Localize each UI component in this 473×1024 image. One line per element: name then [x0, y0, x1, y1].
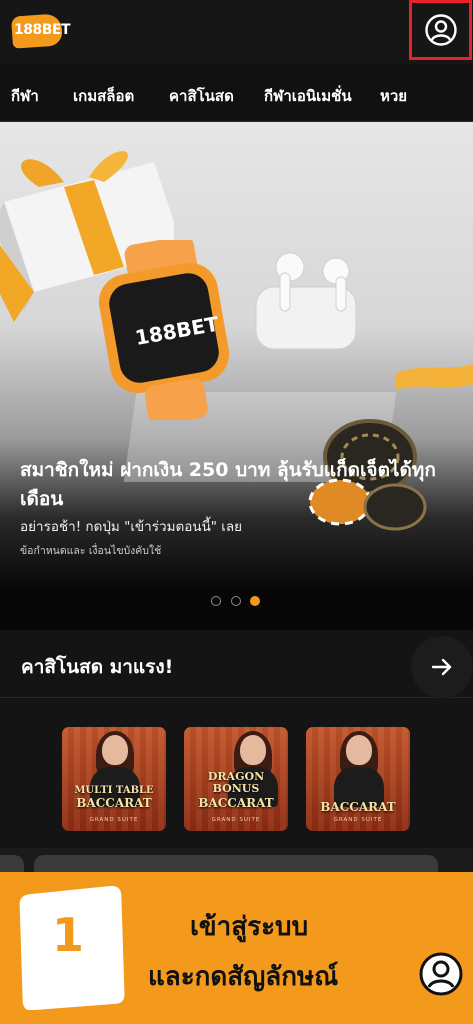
promo-banner[interactable]: 188BET สมาชิกใหม่ ฝากเงิน 250 บาท ลุ้นรั…: [0, 122, 473, 630]
top-header: 188BET: [0, 0, 473, 64]
banner-subtitle: อย่ารอช้า! กดปุ่ม "เข้าร่วมตอนนี้" เลย: [20, 519, 243, 535]
ribbon-decoration: [395, 364, 473, 390]
game-card-title: BACCARAT: [198, 796, 274, 810]
game-card-subtitle: GRAND SUITE: [89, 817, 139, 823]
nav-item-virtual-sports[interactable]: กีฬาเอนิเมชั่น: [264, 84, 352, 108]
banner-terms-link[interactable]: ข้อกำหนดและ เงื่อนไขบังคับใช้: [20, 542, 161, 559]
game-card-multi-table-baccarat[interactable]: MULTI TABLE BACCARAT GRAND SUITE: [62, 727, 166, 831]
game-card-subtitle: GRAND SUITE: [333, 817, 383, 823]
instruction-line-2: และกดสัญลักษณ์: [148, 962, 339, 992]
brand-logo[interactable]: 188BET: [10, 13, 71, 49]
game-card-baccarat[interactable]: BACCARAT GRAND SUITE: [306, 727, 410, 831]
main-nav: กีฬา เกมสล็อต คาสิโนสด กีฬาเอนิเมชั่น หว…: [0, 64, 473, 122]
carousel-dot-1[interactable]: [211, 596, 221, 606]
live-casino-section: คาสิโนสด มาแรง! MULTI TABLE BACCARAT GRA…: [0, 630, 473, 855]
logo-text: 188BET: [14, 22, 71, 38]
nav-item-live-casino[interactable]: คาสิโนสด: [169, 84, 234, 108]
account-button[interactable]: [409, 0, 472, 60]
instruction-line-1: เข้าสู่ระบบ: [190, 912, 309, 942]
section-header: คาสิโนสด มาแรง!: [0, 630, 473, 698]
section-next-button[interactable]: [411, 636, 473, 698]
user-circle-icon: [424, 14, 457, 46]
game-card-title: BONUS: [212, 782, 260, 795]
game-card-subtitle: GRAND SUITE: [211, 817, 261, 823]
nav-item-sports[interactable]: กีฬา: [11, 84, 39, 108]
carousel-dot-3[interactable]: [250, 596, 260, 606]
game-card-title: BACCARAT: [320, 800, 396, 814]
section-title: คาสิโนสด มาแรง!: [21, 656, 174, 678]
earbuds-illustration: [255, 252, 357, 350]
nav-item-lottery[interactable]: หวย: [380, 84, 407, 108]
arrow-right-icon: [431, 658, 452, 676]
game-card-dragon-bonus-baccarat[interactable]: DRAGON BONUS BACCARAT GRAND SUITE: [184, 727, 288, 831]
carousel-dot-2[interactable]: [231, 596, 241, 606]
smartwatch-illustration: 188BET: [98, 240, 230, 420]
banner-title: สมาชิกใหม่ ฝากเงิน 250 บาท ลุ้นรับแก็ดเจ…: [20, 459, 436, 510]
step-number: 1: [51, 908, 84, 962]
game-card-title: BACCARAT: [76, 796, 152, 810]
instruction-overlay: 1 เข้าสู่ระบบ และกดสัญลักษณ์: [0, 872, 473, 1024]
nav-item-slots[interactable]: เกมสล็อต: [73, 84, 134, 108]
user-circle-icon: [419, 952, 463, 996]
carousel-dots: [211, 596, 271, 608]
